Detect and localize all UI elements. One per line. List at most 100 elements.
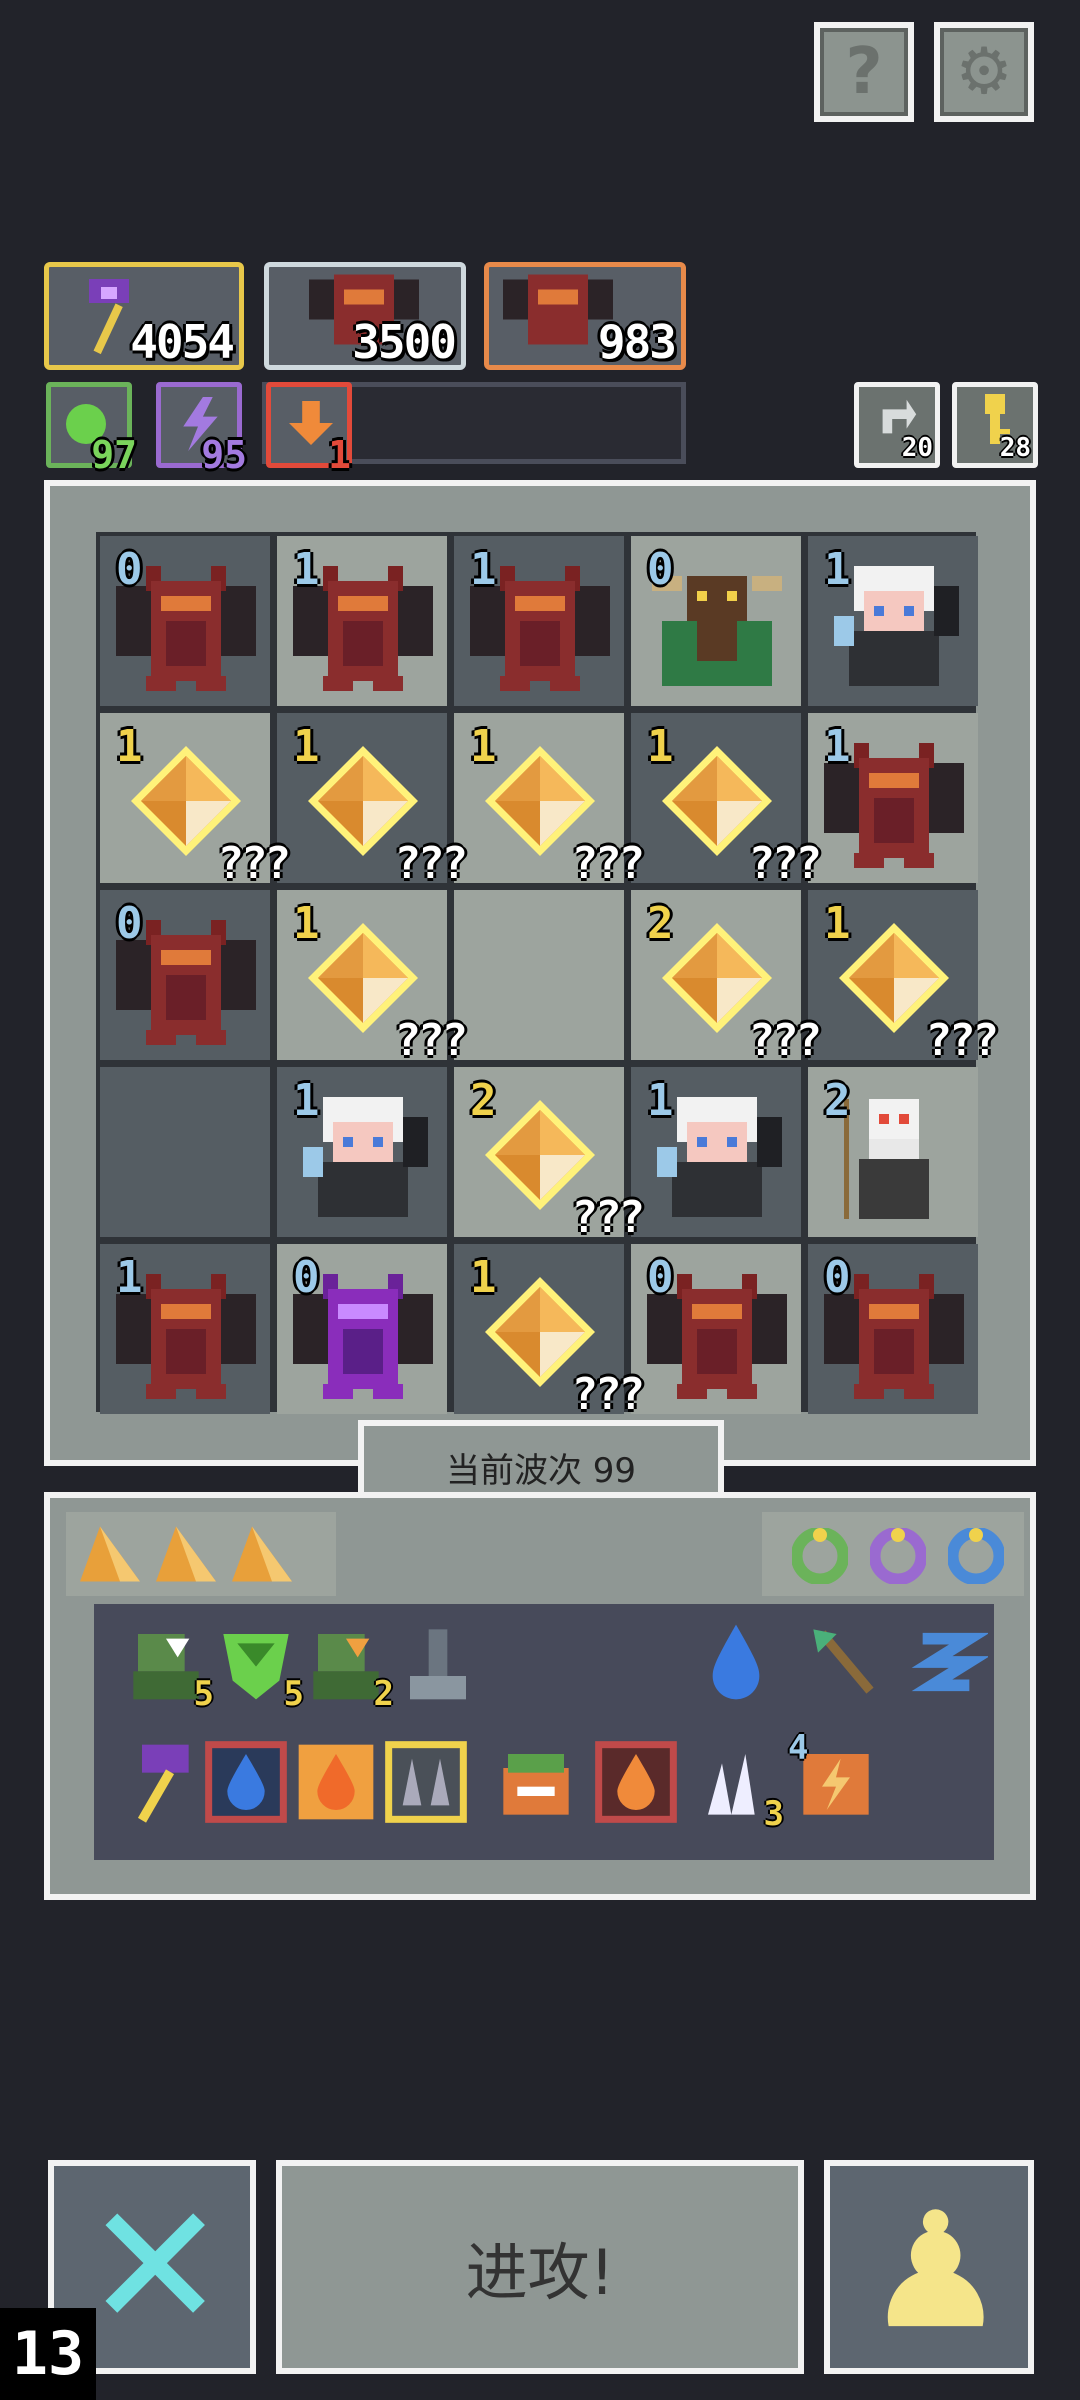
arrow-icon[interactable] <box>804 1620 888 1708</box>
green-gem-shield-icon[interactable]: 5 <box>214 1620 304 1714</box>
level-badge: 1 <box>470 721 497 772</box>
help-icon: ? <box>845 35 883 109</box>
level-badge: 0 <box>116 898 143 949</box>
board-cell-gem[interactable]: 2??? <box>631 890 822 1066</box>
green-ring-icon[interactable] <box>790 1526 850 1588</box>
water-tile-icon[interactable] <box>204 1740 288 1828</box>
board-cell-dragon[interactable]: 1 <box>100 1244 270 1414</box>
board-cell-witch[interactable]: 1 <box>631 1067 801 1237</box>
shard-icon[interactable] <box>156 1526 216 1586</box>
item-count: 4 <box>788 1728 809 1768</box>
level-badge: 1 <box>647 721 674 772</box>
attack-power-card: 4054 <box>44 262 244 370</box>
board-cell-gem[interactable]: 1??? <box>631 713 822 889</box>
board-cell-gem[interactable]: 1??? <box>277 713 468 889</box>
fire-orb-icon[interactable] <box>594 1740 678 1828</box>
inventory-items: 5 5 2 34 <box>94 1604 994 1860</box>
board-cell-dragon[interactable]: 1 <box>808 713 978 883</box>
level-badge: 1 <box>293 898 320 949</box>
corner-counter: 13 <box>0 2308 96 2400</box>
board-cell-witch[interactable]: 1 <box>277 1067 447 1237</box>
settings-button[interactable]: ⚙ <box>934 22 1034 122</box>
board-cell-gem[interactable]: 1??? <box>277 890 468 1066</box>
level-badge: 0 <box>116 544 143 595</box>
green-buff: 97 <box>46 382 137 477</box>
level-badge: 0 <box>647 544 674 595</box>
item-count: 5 <box>283 1674 304 1714</box>
spike-trap-icon[interactable] <box>384 1740 468 1828</box>
level-badge: 1 <box>116 1252 143 1303</box>
board-cell-dragon[interactable]: 0 <box>100 536 270 706</box>
board-cell-wizard[interactable]: 2 <box>808 1067 978 1237</box>
orange-buff-value: 1 <box>328 433 351 477</box>
board-cell-gem[interactable]: 1??? <box>454 1244 645 1420</box>
dragon-orange-value: 983 <box>597 315 677 369</box>
board-cell-gem[interactable]: 1??? <box>454 713 645 889</box>
lightning-scroll-icon[interactable]: 4 <box>788 1728 878 1828</box>
attack-button[interactable]: 进攻! <box>276 2160 804 2374</box>
level-badge: 2 <box>470 1075 497 1126</box>
wave-label: 当前波次 99 <box>445 1450 637 1491</box>
level-badge: 1 <box>470 544 497 595</box>
level-badge: 0 <box>824 1252 851 1303</box>
level-badge: 0 <box>293 1252 320 1303</box>
shard-icon[interactable] <box>80 1526 140 1586</box>
level-badge: 2 <box>824 1075 851 1126</box>
board-cell-gem[interactable]: 1??? <box>100 713 291 889</box>
board-cell-witch[interactable]: 1 <box>808 536 978 706</box>
board-grid: 0 1 1 0 1 1??? 1??? 1??? 1??? 1 0 1??? 2??? 1??? 1 2???… <box>96 532 999 1420</box>
unknown-reward-label: ??? <box>571 1192 646 1243</box>
board-cell-dragon[interactable]: 0 <box>808 1244 978 1414</box>
board-cell-dragon[interactable]: 0 <box>631 1244 801 1414</box>
board-cell-dragon[interactable]: 1 <box>277 536 447 706</box>
game-board: 0 1 1 0 1 1??? 1??? 1??? 1??? 1 0 1??? 2??? 1??? 1 2???… <box>44 480 1036 1466</box>
level-badge: 1 <box>824 898 851 949</box>
fire-tile-icon[interactable] <box>294 1740 378 1828</box>
key-counter[interactable]: 28 <box>952 382 1038 468</box>
goblin-white-arrow-icon[interactable]: 5 <box>124 1620 214 1714</box>
item-count: 5 <box>193 1674 214 1714</box>
close-icon: ✕ <box>84 2168 227 2366</box>
level-badge: 1 <box>293 544 320 595</box>
board-cell-dragon[interactable]: 1 <box>454 536 624 706</box>
unknown-reward-label: ??? <box>217 838 292 889</box>
unknown-reward-label: ??? <box>394 1015 469 1066</box>
unknown-reward-label: ??? <box>571 1369 646 1420</box>
unknown-reward-label: ??? <box>748 838 823 889</box>
hammer-icon[interactable] <box>396 1620 480 1708</box>
level-badge: 1 <box>116 721 143 772</box>
blue-ring-icon[interactable] <box>946 1526 1006 1588</box>
attack-power-value: 4054 <box>130 315 235 369</box>
level-badge: 1 <box>470 1252 497 1303</box>
blue-serpent-icon[interactable] <box>904 1620 990 1708</box>
board-cell-purple-dragon[interactable]: 0 <box>277 1244 447 1414</box>
character-button[interactable]: ♟ <box>824 2160 1034 2374</box>
purple-ring-icon[interactable] <box>868 1526 928 1588</box>
gear-icon: ⚙ <box>955 35 1013 109</box>
item-count: 3 <box>763 1794 784 1834</box>
claw-icon[interactable]: 3 <box>694 1740 784 1834</box>
board-cell-gem[interactable]: 1??? <box>808 890 999 1066</box>
level-badge: 1 <box>293 1075 320 1126</box>
mimic-chest-icon[interactable] <box>494 1740 578 1828</box>
board-cell-empty[interactable] <box>454 890 624 1060</box>
level-badge: 1 <box>824 721 851 772</box>
orange-buff: 1 <box>266 382 352 477</box>
goblin-orange-arrow-icon[interactable]: 2 <box>304 1620 394 1714</box>
board-cell-minotaur[interactable]: 0 <box>631 536 801 706</box>
level-badge: 1 <box>647 1075 674 1126</box>
attack-label: 进攻! <box>465 2236 615 2309</box>
swap-counter[interactable]: 20 <box>854 382 940 468</box>
board-cell-dragon[interactable]: 0 <box>100 890 270 1060</box>
help-button[interactable]: ? <box>814 22 914 122</box>
magic-axe-icon[interactable] <box>114 1740 198 1828</box>
inventory-panel: 5 5 2 34 <box>44 1492 1036 1900</box>
board-cell-gem[interactable]: 2??? <box>454 1067 645 1243</box>
level-badge: 1 <box>824 544 851 595</box>
shard-icon[interactable] <box>232 1526 292 1586</box>
item-count: 2 <box>373 1674 394 1714</box>
swap-counter-value: 20 <box>901 433 933 463</box>
purple-buff: 95 <box>156 382 247 477</box>
board-cell-empty[interactable] <box>100 1067 270 1237</box>
water-drop-icon[interactable] <box>694 1620 778 1708</box>
